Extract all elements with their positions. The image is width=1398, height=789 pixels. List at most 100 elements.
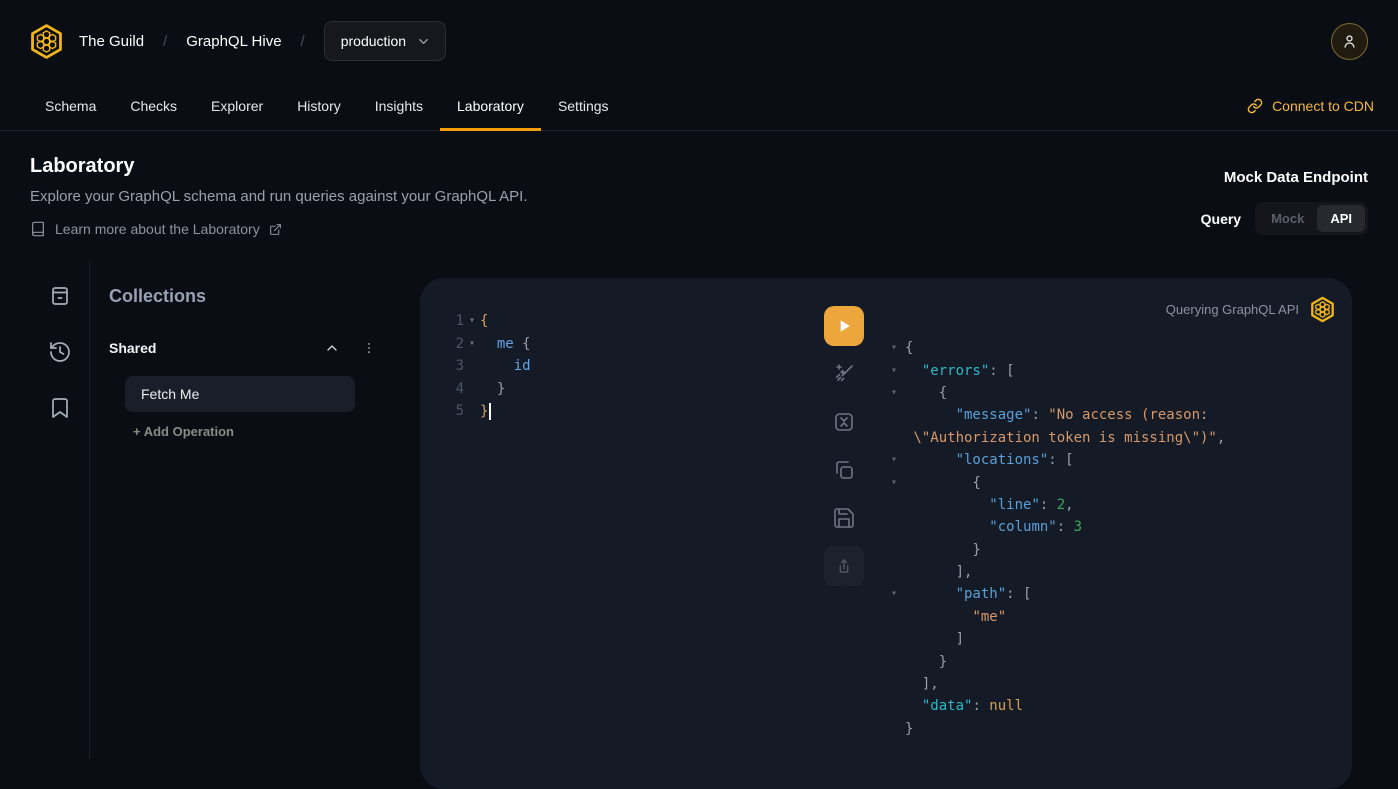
editor-line[interactable]: 2▾ me {	[420, 333, 531, 356]
editor-code: }	[480, 403, 491, 420]
bookmarks-icon[interactable]	[48, 396, 72, 420]
share-upload-icon	[833, 555, 855, 577]
editor-line[interactable]: 3 id	[420, 355, 531, 378]
target-selector-value: production	[341, 33, 406, 49]
endpoint-settings: Mock Data Endpoint Query Mock API	[1201, 153, 1368, 261]
prettify-button[interactable]	[832, 362, 856, 386]
save-operation-button[interactable]	[832, 506, 856, 530]
history-icon[interactable]	[48, 340, 72, 364]
breadcrumb-separator: /	[163, 33, 167, 50]
editor-code: id	[480, 358, 531, 374]
fold-arrow-icon[interactable]: ▾	[885, 388, 905, 398]
tab-schema[interactable]: Schema	[28, 82, 113, 130]
editor-line[interactable]: 4 }	[420, 378, 531, 401]
tab-explorer[interactable]: Explorer	[194, 82, 280, 130]
response-line: ▾ {	[885, 471, 1225, 493]
page-title: Laboratory	[30, 153, 528, 179]
editor-line[interactable]: 5}	[420, 400, 531, 423]
response-code: {	[905, 385, 947, 401]
fold-arrow-icon[interactable]: ▾	[464, 339, 480, 349]
response-line: "me"	[885, 606, 1225, 628]
editor-line[interactable]: 1▾{	[420, 310, 531, 333]
kebab-menu-icon[interactable]	[362, 341, 376, 355]
query-editor[interactable]: 1▾{2▾ me {3 id4 }5}	[420, 310, 531, 423]
response-code: "data": null	[905, 698, 1023, 714]
tab-bar: Schema Checks Explorer History Insights …	[0, 82, 1398, 131]
response-line: ▾{	[885, 337, 1225, 359]
add-operation-button[interactable]: + Add Operation	[133, 424, 234, 439]
share-operation-button[interactable]	[824, 546, 864, 586]
line-number: 2	[420, 336, 464, 352]
top-header: The Guild / GraphQL Hive / production	[0, 0, 1398, 82]
response-line: }	[885, 650, 1225, 672]
copy-query-button[interactable]	[832, 458, 856, 482]
response-code: "line": 2,	[905, 497, 1074, 513]
page-intro: Laboratory Explore your GraphQL schema a…	[30, 153, 528, 261]
breadcrumb-org[interactable]: The Guild	[79, 33, 144, 50]
graphiql-panel: 1▾{2▾ me {3 id4 }5}	[420, 278, 1352, 789]
fold-arrow-icon[interactable]: ▾	[885, 455, 905, 465]
response-line: ],	[885, 673, 1225, 695]
hive-logo-icon[interactable]	[28, 23, 65, 60]
docs-collection-icon[interactable]	[48, 284, 72, 308]
tab-laboratory[interactable]: Laboratory	[440, 82, 541, 130]
fold-arrow-icon[interactable]: ▾	[885, 343, 905, 353]
toggle-option-mock[interactable]: Mock	[1258, 205, 1317, 232]
merge-fragments-button[interactable]	[832, 410, 856, 434]
merge-icon	[832, 410, 856, 434]
book-icon	[30, 221, 46, 237]
toggle-option-api[interactable]: API	[1317, 205, 1365, 232]
response-code: }	[905, 721, 913, 737]
editor-code: {	[480, 313, 488, 329]
chevron-up-icon[interactable]	[324, 340, 340, 356]
tabs: Schema Checks Explorer History Insights …	[28, 82, 626, 130]
play-icon	[834, 316, 854, 336]
response-code: }	[905, 542, 981, 558]
learn-more-link[interactable]: Learn more about the Laboratory	[30, 221, 528, 237]
editor-code: }	[480, 381, 505, 397]
mock-endpoint-title: Mock Data Endpoint	[1201, 168, 1368, 188]
response-code: "me"	[905, 609, 1006, 625]
execute-query-button[interactable]	[824, 306, 864, 346]
response-line: "data": null	[885, 695, 1225, 717]
collections-title: Collections	[109, 284, 420, 308]
person-icon	[1340, 32, 1359, 51]
fold-arrow-icon[interactable]: ▾	[885, 478, 905, 488]
link-icon	[1247, 98, 1263, 114]
tab-checks[interactable]: Checks	[113, 82, 194, 130]
prettify-sparkle-icon	[832, 362, 856, 386]
tab-settings[interactable]: Settings	[541, 82, 626, 130]
tab-insights[interactable]: Insights	[358, 82, 440, 130]
breadcrumb-project[interactable]: GraphQL Hive	[186, 33, 281, 50]
tab-history[interactable]: History	[280, 82, 358, 130]
response-line: "message": "No access (reason:	[885, 404, 1225, 426]
fold-arrow-icon[interactable]: ▾	[885, 589, 905, 599]
query-label: Query	[1201, 211, 1241, 227]
response-code: ]	[905, 631, 964, 647]
response-line: }	[885, 539, 1225, 561]
operation-item-fetch-me[interactable]: Fetch Me	[125, 376, 355, 412]
response-code: }	[905, 654, 947, 670]
response-code: ],	[905, 676, 939, 692]
response-header: Querying GraphQL API	[1166, 296, 1336, 323]
connect-to-cdn-link[interactable]: Connect to CDN	[1247, 82, 1374, 130]
collection-group-header[interactable]: Shared	[109, 336, 420, 360]
response-line: }	[885, 718, 1225, 740]
fold-arrow-icon[interactable]: ▾	[464, 316, 480, 326]
target-selector-dropdown[interactable]: production	[324, 21, 446, 61]
hive-api-icon	[1309, 296, 1336, 323]
line-number: 1	[420, 313, 464, 329]
breadcrumb-separator: /	[301, 33, 305, 50]
response-line: ▾ "path": [	[885, 583, 1225, 605]
response-code: {	[905, 340, 913, 356]
collection-group-name: Shared	[109, 340, 156, 356]
chevron-down-icon	[416, 34, 431, 49]
user-avatar-button[interactable]	[1331, 23, 1368, 60]
fold-arrow-icon[interactable]: ▾	[885, 366, 905, 376]
plugin-rail	[0, 261, 90, 759]
laboratory-main: Collections Shared Fetch Me + Add Operat…	[0, 261, 1398, 759]
external-link-icon	[269, 223, 282, 236]
breadcrumb: The Guild / GraphQL Hive / production	[79, 21, 446, 61]
response-line: "column": 3	[885, 516, 1225, 538]
page-header: Laboratory Explore your GraphQL schema a…	[0, 131, 1398, 261]
